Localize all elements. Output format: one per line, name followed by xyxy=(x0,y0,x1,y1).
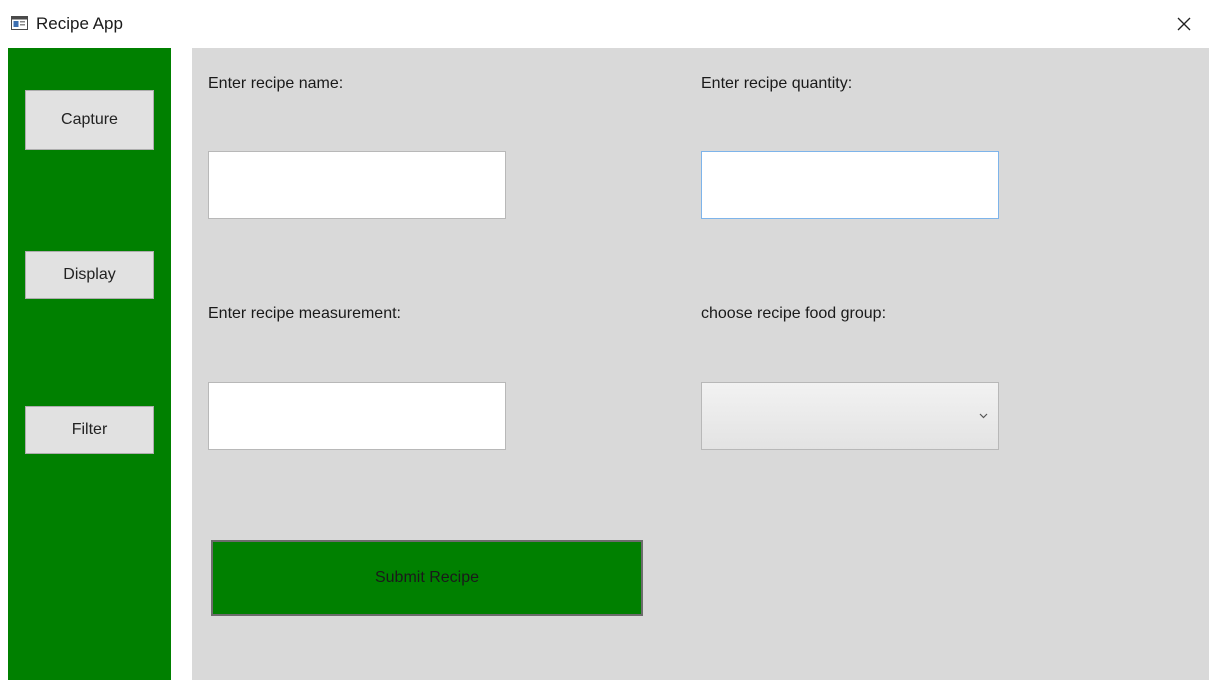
display-button[interactable]: Display xyxy=(25,251,154,299)
food-group-dropdown[interactable] xyxy=(701,382,999,450)
title-bar: Recipe App xyxy=(0,0,1209,48)
recipe-name-input[interactable] xyxy=(208,151,506,219)
close-button[interactable] xyxy=(1170,10,1198,38)
recipe-quantity-label: Enter recipe quantity: xyxy=(701,75,853,92)
close-icon xyxy=(1177,17,1191,31)
chevron-down-icon xyxy=(979,413,988,419)
recipe-measurement-input[interactable] xyxy=(208,382,506,450)
recipe-measurement-label: Enter recipe measurement: xyxy=(208,305,401,322)
window-title: Recipe App xyxy=(36,14,123,33)
food-group-label: choose recipe food group: xyxy=(701,305,887,322)
app-window-icon xyxy=(11,16,28,30)
filter-button[interactable]: Filter xyxy=(25,406,154,454)
recipe-name-label: Enter recipe name: xyxy=(208,75,344,92)
recipe-quantity-input[interactable] xyxy=(701,151,999,219)
capture-button[interactable]: Capture xyxy=(25,90,154,150)
sidebar: Capture Display Filter xyxy=(8,48,171,680)
recipe-form-panel: Enter recipe name: Enter recipe quantity… xyxy=(192,48,1209,680)
submit-recipe-button[interactable]: Submit Recipe xyxy=(211,540,643,616)
